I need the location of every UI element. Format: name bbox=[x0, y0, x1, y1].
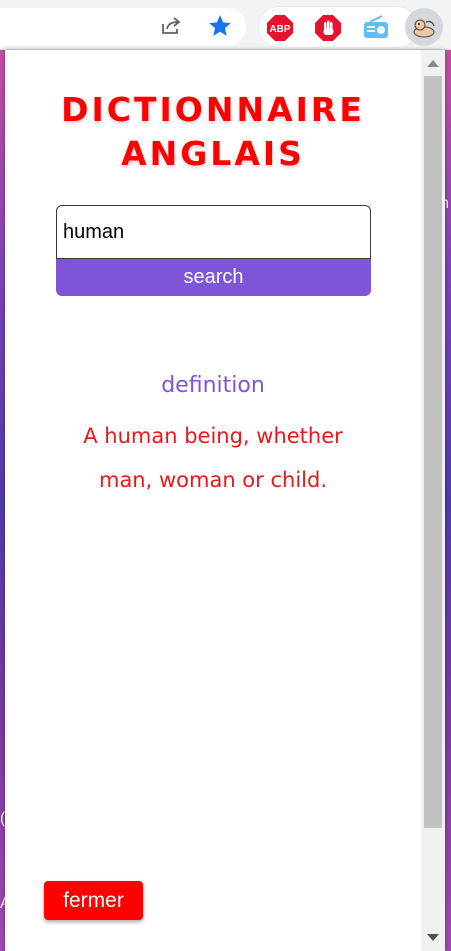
definition-text: A human being, whether man, woman or chi… bbox=[83, 424, 343, 492]
close-button[interactable]: fermer bbox=[44, 881, 143, 920]
share-icon[interactable] bbox=[158, 13, 184, 39]
title-line-1: DICTIONNAIRE bbox=[61, 90, 365, 129]
word-input[interactable] bbox=[56, 205, 371, 259]
avatar-icon[interactable] bbox=[405, 8, 443, 46]
abp-icon[interactable]: ABP bbox=[266, 14, 294, 42]
radio-icon[interactable] bbox=[362, 14, 390, 42]
title-line-2: ANGLAIS bbox=[121, 134, 305, 173]
scroll-up-arrow-icon[interactable] bbox=[427, 60, 439, 67]
search-form: search bbox=[56, 205, 371, 296]
scrollbar[interactable] bbox=[421, 50, 445, 951]
star-icon[interactable] bbox=[207, 13, 233, 39]
search-button[interactable]: search bbox=[56, 259, 371, 296]
scroll-down-arrow-icon[interactable] bbox=[427, 934, 439, 941]
abp-label: ABP bbox=[269, 24, 290, 35]
stop-hand-icon[interactable] bbox=[314, 14, 342, 42]
popup-title: DICTIONNAIRE ANGLAIS bbox=[5, 88, 421, 176]
scroll-thumb[interactable] bbox=[424, 76, 442, 828]
definition-label: definition bbox=[161, 373, 265, 398]
browser-toolbar: ABP bbox=[0, 0, 451, 50]
dictionary-popup: DICTIONNAIRE ANGLAIS search definition A… bbox=[5, 50, 445, 951]
